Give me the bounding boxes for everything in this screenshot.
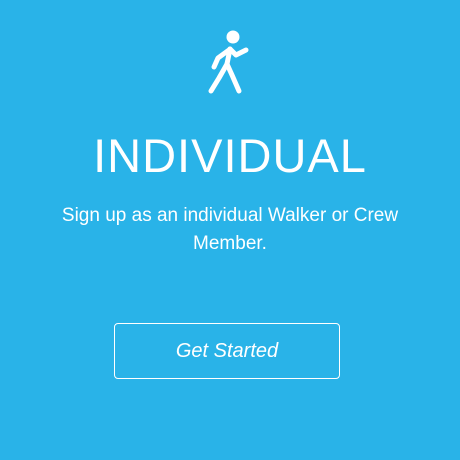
walker-icon (203, 30, 257, 100)
signup-description: Sign up as an individual Walker or Crew … (61, 205, 399, 254)
page-title: INDIVIDUAL (93, 129, 367, 182)
get-started-button[interactable]: Get Started (114, 323, 340, 379)
individual-signup-card: INDIVIDUAL Sign up as an individual Walk… (0, 0, 460, 460)
